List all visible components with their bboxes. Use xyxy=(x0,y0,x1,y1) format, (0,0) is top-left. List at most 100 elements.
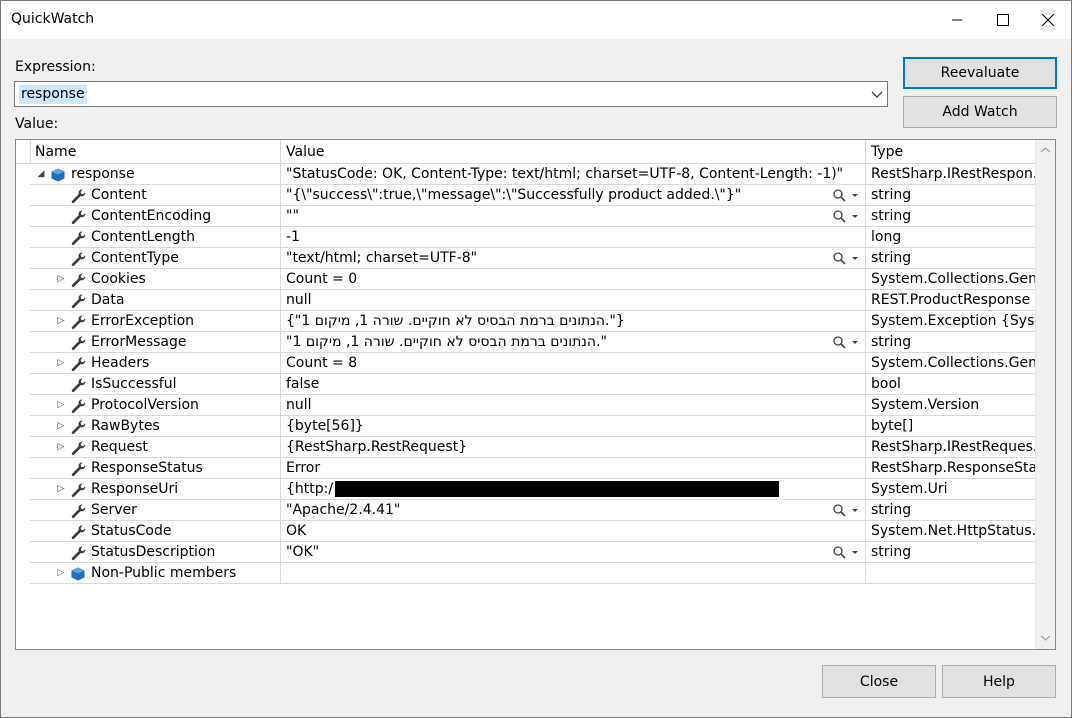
name-cell[interactable]: Data xyxy=(30,290,280,311)
value-cell[interactable]: "Apache/2.4.41" xyxy=(280,500,865,521)
visualizer-magnifier-icon[interactable] xyxy=(831,185,861,205)
expand-toggle-icon[interactable]: ▷ xyxy=(56,311,66,331)
expand-toggle-icon[interactable]: ▷ xyxy=(56,353,66,373)
type-cell[interactable]: string xyxy=(865,542,1036,563)
name-cell[interactable]: ContentType xyxy=(30,248,280,269)
table-row[interactable]: ContentLength -1 long xyxy=(16,227,1036,248)
table-row[interactable]: Server "Apache/2.4.41" string xyxy=(16,500,1036,521)
value-cell[interactable]: {http:/ xyxy=(280,479,865,500)
visualizer-magnifier-icon[interactable] xyxy=(831,248,861,268)
expand-toggle-icon[interactable]: ▷ xyxy=(56,269,66,289)
value-cell[interactable]: "OK" xyxy=(280,542,865,563)
type-cell[interactable]: System.Net.HttpStatus... xyxy=(865,521,1036,542)
name-cell[interactable]: ▷ ErrorException xyxy=(30,311,280,332)
name-cell[interactable]: ▷ Cookies xyxy=(30,269,280,290)
value-cell[interactable]: false xyxy=(280,374,865,395)
value-cell[interactable]: Count = 8 xyxy=(280,353,865,374)
name-cell[interactable]: ContentLength xyxy=(30,227,280,248)
column-header-type[interactable]: Type xyxy=(865,140,1036,164)
name-cell[interactable]: StatusCode xyxy=(30,521,280,542)
table-row[interactable]: ▷ ProtocolVersion null System.Version xyxy=(16,395,1036,416)
table-row[interactable]: Content "{\"success\":true,\"message\":\"… xyxy=(16,185,1036,206)
value-cell[interactable] xyxy=(280,563,865,584)
table-row[interactable]: IsSuccessful false bool xyxy=(16,374,1036,395)
name-cell[interactable]: Content xyxy=(30,185,280,206)
value-cell[interactable]: OK xyxy=(280,521,865,542)
collapse-toggle-icon[interactable]: ◢ xyxy=(36,164,46,184)
type-cell[interactable]: REST.ProductResponse xyxy=(865,290,1036,311)
name-cell[interactable]: ResponseStatus xyxy=(30,458,280,479)
type-cell[interactable]: byte[] xyxy=(865,416,1036,437)
table-row[interactable]: ResponseStatus Error RestSharp.ResponseSta… xyxy=(16,458,1036,479)
expand-toggle-icon[interactable]: ▷ xyxy=(56,437,66,457)
expand-toggle-icon[interactable]: ▷ xyxy=(56,479,66,499)
scroll-up-icon[interactable] xyxy=(1036,142,1055,159)
type-cell[interactable]: string xyxy=(865,185,1036,206)
add-watch-button[interactable]: Add Watch xyxy=(903,96,1057,128)
table-row[interactable]: ▷ Non-Public members xyxy=(16,563,1036,584)
type-cell[interactable]: System.Version xyxy=(865,395,1036,416)
expression-combobox[interactable]: response xyxy=(14,81,888,107)
name-cell[interactable]: ▷ ProtocolVersion xyxy=(30,395,280,416)
watch-grid[interactable]: Name Value Type ◢ response "StatusCode: OK… xyxy=(15,139,1056,650)
visualizer-magnifier-icon[interactable] xyxy=(831,332,861,352)
type-cell[interactable]: string xyxy=(865,206,1036,227)
reevaluate-button[interactable]: Reevaluate xyxy=(903,57,1057,89)
type-cell[interactable] xyxy=(865,563,1036,584)
type-cell[interactable]: string xyxy=(865,500,1036,521)
value-cell[interactable]: {RestSharp.RestRequest} xyxy=(280,437,865,458)
close-button[interactable]: Close xyxy=(822,665,936,698)
minimize-button[interactable] xyxy=(934,1,980,39)
value-cell[interactable]: "StatusCode: OK, Content-Type: text/html… xyxy=(280,164,865,185)
value-cell[interactable]: null xyxy=(280,290,865,311)
value-cell[interactable]: "הנתונים ברמת הבסיס לא חוקיים. שורה 1, מ… xyxy=(280,332,865,353)
name-cell[interactable]: StatusDescription xyxy=(30,542,280,563)
value-cell[interactable]: Error xyxy=(280,458,865,479)
name-cell[interactable]: ▷ RawBytes xyxy=(30,416,280,437)
table-row[interactable]: StatusDescription "OK" string xyxy=(16,542,1036,563)
type-cell[interactable]: bool xyxy=(865,374,1036,395)
close-window-button[interactable] xyxy=(1025,1,1071,39)
chevron-down-icon[interactable] xyxy=(871,87,883,101)
value-cell[interactable]: "text/html; charset=UTF-8" xyxy=(280,248,865,269)
table-row[interactable]: ContentEncoding "" string xyxy=(16,206,1036,227)
table-row[interactable]: ▷ Headers Count = 8 System.Collections.Gen.… xyxy=(16,353,1036,374)
type-cell[interactable]: System.Exception {Syst... xyxy=(865,311,1036,332)
type-cell[interactable]: string xyxy=(865,332,1036,353)
name-cell[interactable]: ◢ response xyxy=(30,164,280,185)
name-cell[interactable]: ▷ Headers xyxy=(30,353,280,374)
value-cell[interactable]: {"הנתונים ברמת הבסיס לא חוקיים. שורה 1, … xyxy=(280,311,865,332)
table-row[interactable]: Data null REST.ProductResponse xyxy=(16,290,1036,311)
name-cell[interactable]: ▷ ResponseUri xyxy=(30,479,280,500)
type-cell[interactable]: RestSharp.ResponseSta... xyxy=(865,458,1036,479)
type-cell[interactable]: long xyxy=(865,227,1036,248)
visualizer-magnifier-icon[interactable] xyxy=(831,500,861,520)
scroll-down-icon[interactable] xyxy=(1036,630,1055,647)
table-row[interactable]: ErrorMessage "הנתונים ברמת הבסיס לא חוקיי… xyxy=(16,332,1036,353)
table-row[interactable]: ▷ Request {RestSharp.RestRequest} RestSharp… xyxy=(16,437,1036,458)
table-row[interactable]: ▷ RawBytes {byte[56]} byte[] xyxy=(16,416,1036,437)
value-cell[interactable]: {byte[56]} xyxy=(280,416,865,437)
table-row[interactable]: ContentType "text/html; charset=UTF-8" str… xyxy=(16,248,1036,269)
type-cell[interactable]: RestSharp.IRestReques... xyxy=(865,437,1036,458)
value-cell[interactable]: Count = 0 xyxy=(280,269,865,290)
expression-value[interactable]: response xyxy=(19,85,87,104)
type-cell[interactable]: System.Uri xyxy=(865,479,1036,500)
maximize-button[interactable] xyxy=(980,1,1026,39)
table-row[interactable]: ▷ ResponseUri {http:/ System.Uri xyxy=(16,479,1036,500)
expand-toggle-icon[interactable]: ▷ xyxy=(56,395,66,415)
value-cell[interactable]: "{\"success\":true,\"message\":\"Success… xyxy=(280,185,865,206)
name-cell[interactable]: IsSuccessful xyxy=(30,374,280,395)
help-button[interactable]: Help xyxy=(942,665,1056,698)
visualizer-magnifier-icon[interactable] xyxy=(831,542,861,562)
name-cell[interactable]: ▷ Non-Public members xyxy=(30,563,280,584)
column-header-name[interactable]: Name xyxy=(30,140,280,164)
table-row[interactable]: ◢ response "StatusCode: OK, Content-Type: … xyxy=(16,164,1036,185)
type-cell[interactable]: string xyxy=(865,248,1036,269)
table-row[interactable]: ▷ ErrorException {"הנתונים ברמת הבסיס לא ח… xyxy=(16,311,1036,332)
visualizer-magnifier-icon[interactable] xyxy=(831,206,861,226)
value-cell[interactable]: "" xyxy=(280,206,865,227)
value-cell[interactable]: null xyxy=(280,395,865,416)
name-cell[interactable]: ContentEncoding xyxy=(30,206,280,227)
type-cell[interactable]: System.Collections.Gen... xyxy=(865,353,1036,374)
